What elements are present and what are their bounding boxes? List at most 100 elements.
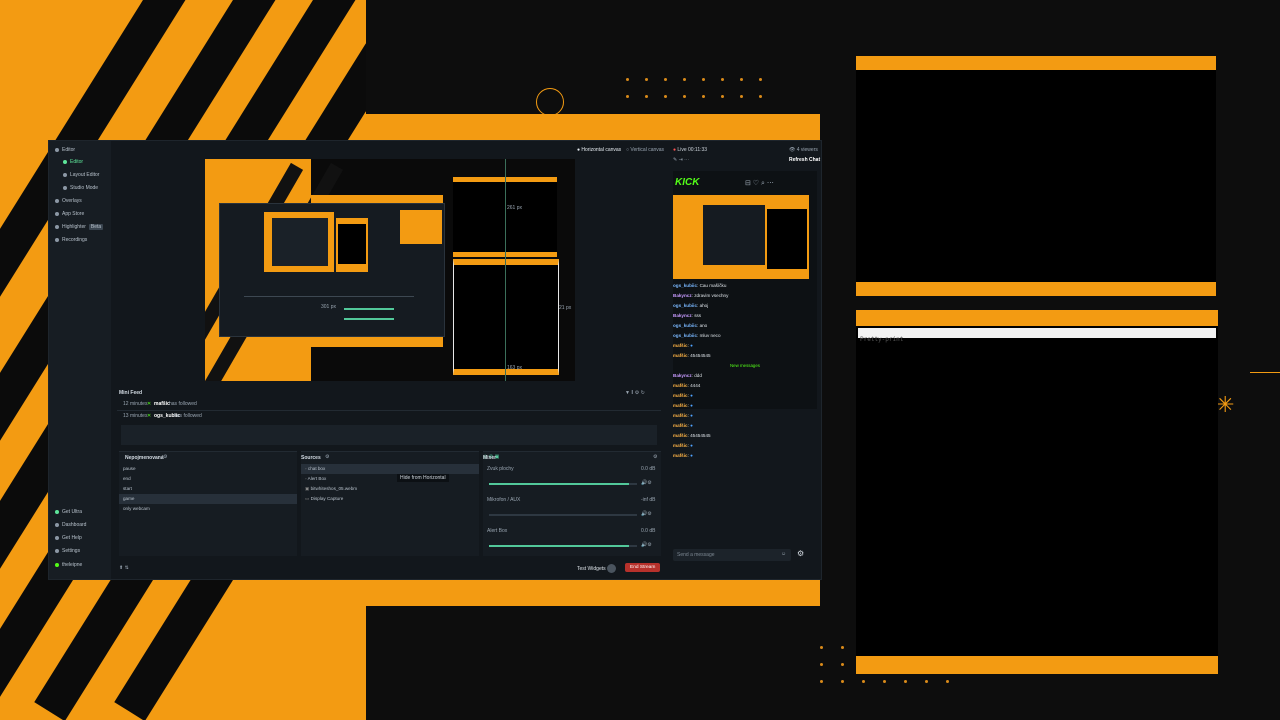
- editor-icon: [63, 160, 67, 164]
- emoji-icon: ☺: [781, 551, 787, 557]
- tab-horizontal-canvas[interactable]: ● Horizontal canvas: [577, 147, 621, 153]
- mini-feed-title: Mini Feed: [119, 390, 143, 396]
- dot-grid-top: [626, 78, 762, 98]
- sidebar-item-get-help[interactable]: Get Help: [55, 535, 82, 541]
- footer-icons[interactable]: ⬆ ⇅: [119, 565, 129, 571]
- preview-canvas[interactable]: 261 px 163 px 301 px 21 px: [205, 159, 575, 381]
- mixer-title: Mixer: [483, 455, 497, 461]
- mixer-channel-controls[interactable]: 🔊⚙: [641, 511, 652, 517]
- ultra-icon: [55, 510, 59, 514]
- sources-settings-icon[interactable]: ⚙: [325, 454, 329, 460]
- dashboard-icon: [55, 523, 59, 527]
- volume-slider[interactable]: [489, 514, 637, 516]
- source-list: ◦ chat box ◦ Alert Box ▣ bitwhiteshos_05…: [301, 464, 479, 504]
- sidebar-item-account[interactable]: theleipne: [55, 562, 82, 568]
- chat-input[interactable]: Send a message ☺: [673, 549, 791, 561]
- measure-label-right: 21 px: [559, 305, 572, 311]
- scenes-title: Nepojmenovaná: [125, 455, 164, 461]
- studio-icon: [63, 186, 67, 190]
- sidebar-item-highlighter[interactable]: Highlighter Beta: [55, 224, 104, 230]
- streamlabs-window: Editor Editor Layout Editor Studio Mode …: [48, 140, 822, 580]
- source-item[interactable]: ◦ Alert Box: [301, 474, 479, 484]
- selected-source-box[interactable]: [453, 259, 559, 375]
- mixer-channel-name: Zvuk plochy: [487, 466, 514, 472]
- chat-panel: ● Live 00:11:33 👁 4 viewers ✎ ⇥ ⋯ Refres…: [669, 147, 820, 575]
- toggle-icon[interactable]: [607, 564, 616, 573]
- beta-badge: Beta: [88, 224, 104, 230]
- kick-account-icon: [55, 563, 59, 567]
- source-item[interactable]: ▭ Display Capture: [301, 494, 479, 504]
- sidebar-item-dashboard[interactable]: Dashboard: [55, 522, 86, 528]
- mixer-channel-name: Mikrofon / AUX: [487, 497, 521, 503]
- mixer-channel-controls[interactable]: 🔊⚙: [641, 542, 652, 548]
- mixer-channel-db: 0.0 dB: [641, 528, 656, 534]
- sidebar-item-settings[interactable]: Settings: [55, 548, 80, 554]
- mini-feed-row: 12 minutes ✕ mafšic has followed: [117, 399, 661, 411]
- volume-fill: [489, 545, 629, 547]
- scene-item[interactable]: only webcam: [119, 504, 297, 514]
- test-widgets-label[interactable]: Test Widgets: [577, 566, 606, 572]
- camera-frame: [856, 56, 1216, 296]
- mixer-settings-icon[interactable]: ⚙: [653, 454, 657, 460]
- orange-bar-bottom: [366, 578, 820, 606]
- sidebar-item-overlays[interactable]: Overlays: [55, 198, 82, 204]
- pretty-print-label: Pretty-print: [860, 336, 904, 343]
- live-indicator: ● Live 00:11:33: [673, 147, 708, 153]
- scene-item[interactable]: start: [119, 484, 297, 494]
- footer-bar: ⬆ ⇅ Test Widgets End Stream: [111, 561, 663, 577]
- scene-item-selected[interactable]: game: [119, 494, 297, 504]
- refresh-chat-button[interactable]: Refresh Chat: [789, 157, 820, 163]
- layout-icon: [63, 173, 67, 177]
- sidebar-item-get-ultra[interactable]: Get Ultra: [55, 509, 82, 515]
- gear-icon: [55, 549, 59, 553]
- end-stream-button[interactable]: End Stream: [625, 563, 661, 572]
- sidebar-item-app-store[interactable]: App Store: [55, 211, 84, 217]
- scene-item[interactable]: pause: [119, 464, 297, 474]
- scene-list: pause end start game only webcam: [119, 464, 297, 514]
- kick-logo: KICK: [675, 177, 700, 188]
- scenes-panel: Nepojmenovaná ⚙ pause end start game onl…: [119, 451, 297, 556]
- tooltip: Hide from Horizontal: [397, 474, 449, 482]
- chat-messages: ogs_kubiic: Cau mašíčku Bakyncz: zdravim…: [673, 281, 817, 461]
- mixer-channel-db: -inf dB: [641, 497, 656, 503]
- kick-icon: ✕: [147, 401, 152, 407]
- kick-icon: ✕: [147, 413, 152, 419]
- measure-label-top: 261 px: [507, 205, 523, 211]
- tab-vertical-canvas[interactable]: ○ Vertical canvas: [626, 147, 664, 153]
- sources-title: Sources: [301, 455, 321, 461]
- store-icon: [55, 212, 59, 216]
- scene-settings-icon[interactable]: ⚙: [163, 454, 167, 460]
- chat-toolbar-icons[interactable]: ✎ ⇥ ⋯: [673, 157, 689, 163]
- nested-preview-image: [219, 203, 445, 337]
- mixer-channel-controls[interactable]: 🔊⚙: [641, 480, 652, 486]
- sidebar: Editor Editor Layout Editor Studio Mode …: [49, 141, 111, 579]
- circle-decoration: [536, 88, 564, 116]
- source-item[interactable]: ▣ bitwhiteshos_05.webm: [301, 484, 479, 494]
- overlays-icon: [55, 199, 59, 203]
- sidebar-item-editor[interactable]: Editor: [63, 159, 83, 165]
- chat-video-thumbnail: [673, 195, 809, 279]
- sidebar-item-studio-mode[interactable]: Studio Mode: [63, 185, 98, 191]
- sources-panel: Sources ⚙ ◦ chat box ◦ Alert Box ▣ bitwh…: [301, 451, 479, 556]
- orange-bar-top: [366, 114, 820, 142]
- chat-settings-gear-icon[interactable]: ⚙: [797, 549, 804, 558]
- mini-feed-controls[interactable]: ▼ ‖ ⚙ ↻: [625, 390, 645, 396]
- sidebar-item-layout-editor[interactable]: Layout Editor: [63, 172, 99, 178]
- new-messages-divider: New messages: [729, 363, 760, 368]
- chat-actions[interactable]: ⊟ ♡ ⌕ ⋯: [745, 179, 774, 188]
- sidebar-item-recordings[interactable]: Recordings: [55, 237, 87, 243]
- recordings-icon: [55, 238, 59, 242]
- mini-feed-panel: Mini Feed ▼ ‖ ⚙ ↻ 12 minutes ✕ mafšic ha…: [117, 389, 661, 447]
- highlighter-icon: [55, 225, 59, 229]
- help-icon: [55, 536, 59, 540]
- line-decoration: [1250, 372, 1280, 373]
- chat-frame: Pretty-print: [856, 310, 1218, 674]
- volume-fill: [489, 483, 629, 485]
- asterisk-icon: ✳: [1216, 392, 1235, 417]
- scene-item[interactable]: end: [119, 474, 297, 484]
- source-item[interactable]: ◦ chat box: [301, 464, 479, 474]
- viewer-count: 👁 4 viewers: [789, 147, 818, 153]
- measure-label-bottom: 163 px: [507, 365, 523, 371]
- sidebar-item-editor-group[interactable]: Editor: [55, 147, 75, 153]
- mixer-channel-name: Alert Box: [487, 528, 508, 534]
